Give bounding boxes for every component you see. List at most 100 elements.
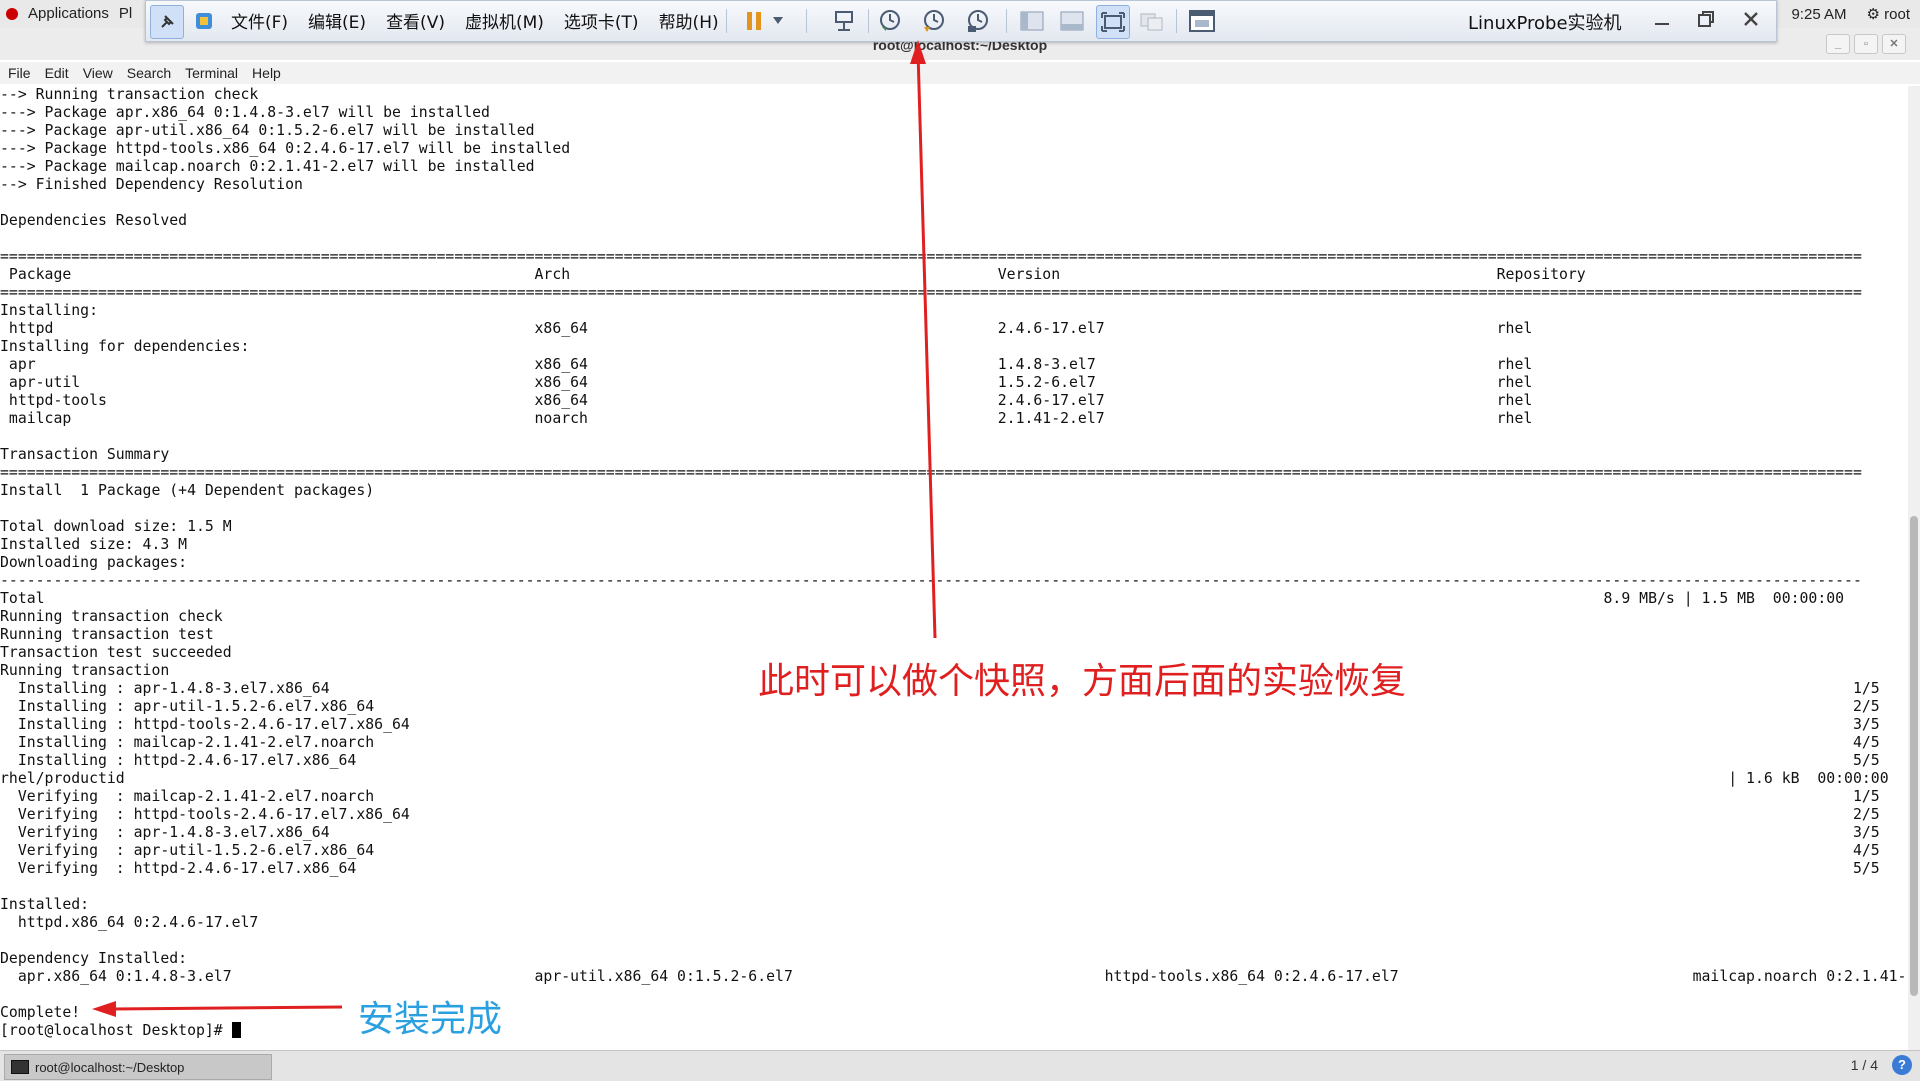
- menu-help[interactable]: Help: [252, 65, 281, 81]
- terminal-line: Dependency Installed:: [0, 950, 188, 967]
- pause-icon[interactable]: [738, 5, 770, 37]
- terminal-line: Verifying : mailcap-2.1.41-2.el7.noarch: [0, 788, 1880, 805]
- menu-vm-cn[interactable]: 虚拟机(M): [465, 8, 544, 33]
- terminal-menubar: File Edit View Search Terminal Help: [0, 62, 1920, 84]
- terminal-line: ----------------------------------------…: [0, 572, 1862, 589]
- places-menu[interactable]: Pl: [119, 5, 132, 22]
- send-keys-icon[interactable]: [828, 5, 860, 37]
- terminal-lines: --> Running transaction check ---> Packag…: [0, 86, 1906, 1022]
- terminal-line: Complete!: [0, 1004, 81, 1021]
- terminal-line: Verifying : apr-1.4.8-3.el7.x86_64 3/5: [0, 824, 1880, 841]
- terminal-line: Verifying : httpd-2.4.6-17.el7.x86_64 5/…: [0, 860, 1880, 877]
- vm-title: LinuxProbe实验机: [1468, 13, 1622, 34]
- snapshot-take-icon[interactable]: [874, 5, 906, 37]
- menu-tabs-cn[interactable]: 选项卡(T): [564, 8, 639, 33]
- toolbar-separator: [1176, 9, 1177, 33]
- terminal-line: Downloading packages:: [0, 554, 188, 571]
- terminal-line: Installing : httpd-tools-2.4.6-17.el7.x8…: [0, 716, 1880, 733]
- toolbar-separator: [806, 9, 807, 33]
- terminal-line: Running transaction check: [0, 608, 223, 625]
- vmware-restore-icon[interactable]: [1696, 9, 1716, 34]
- shell-prompt: [root@localhost Desktop]#: [0, 1022, 232, 1039]
- terminal-line: apr x86_64 1.4.8-3.el7 rhel 103 k: [0, 356, 1906, 373]
- terminal-line: ========================================…: [0, 284, 1862, 301]
- menu-terminal[interactable]: Terminal: [185, 65, 238, 81]
- terminal-line: ---> Package apr-util.x86_64 0:1.5.2-6.e…: [0, 122, 535, 139]
- terminal-line: httpd.x86_64 0:2.4.6-17.el7: [0, 914, 259, 931]
- terminal-line: httpd x86_64 2.4.6-17.el7 rhel 1.2 M: [0, 320, 1906, 337]
- terminal-line: ========================================…: [0, 464, 1862, 481]
- applications-menu[interactable]: Applications: [28, 5, 109, 22]
- vmware-menu: 文件(F) 编辑(E) 查看(V) 虚拟机(M) 选项卡(T) 帮助(H): [231, 8, 719, 33]
- menu-edit[interactable]: Edit: [45, 65, 69, 81]
- terminal-line: mailcap noarch 2.1.41-2.el7 rhel 31 k: [0, 410, 1906, 427]
- bottom-taskbar: root@localhost:~/Desktop 1 / 4 ?: [0, 1050, 1920, 1081]
- terminal-line: ---> Package apr.x86_64 0:1.4.8-3.el7 wi…: [0, 104, 490, 121]
- terminal-line: Dependencies Resolved: [0, 212, 188, 229]
- menu-edit-cn[interactable]: 编辑(E): [308, 8, 366, 33]
- terminal-line: ---> Package mailcap.noarch 0:2.1.41-2.e…: [0, 158, 535, 175]
- menu-file-cn[interactable]: 文件(F): [231, 8, 288, 33]
- fullscreen-icon[interactable]: [1096, 5, 1130, 39]
- terminal-line: Verifying : apr-util-1.5.2-6.el7.x86_64: [0, 842, 1880, 859]
- terminal-line: Total 8.9 MB/s | 1.5 MB 00:00:00: [0, 590, 1845, 607]
- terminal-line: apr-util x86_64 1.5.2-6.el7 rhel 92 k: [0, 374, 1906, 391]
- toolbar-separator: [726, 9, 727, 33]
- terminal-line: apr.x86_64 0:1.4.8-3.el7 apr-util.x86_64…: [0, 968, 1906, 985]
- terminal-scrollbar[interactable]: [1908, 86, 1920, 1071]
- minimize-button[interactable]: _: [1826, 34, 1850, 54]
- dropdown-icon[interactable]: [768, 5, 788, 37]
- taskbar-item-terminal[interactable]: root@localhost:~/Desktop: [4, 1054, 272, 1080]
- text-cursor: [231, 1022, 241, 1038]
- close-button[interactable]: ✕: [1882, 34, 1906, 54]
- terminal-line: Verifying : httpd-tools-2.4.6-17.el7.x86…: [0, 806, 1880, 823]
- window-mode-icon[interactable]: [1186, 5, 1218, 37]
- scrollbar-thumb[interactable]: [1910, 516, 1918, 996]
- terminal-line: httpd-tools x86_64 2.4.6-17.el7 rhel 77 …: [0, 392, 1906, 409]
- redhat-icon: [6, 7, 18, 20]
- vmware-minimize-icon[interactable]: [1652, 9, 1672, 34]
- menu-file[interactable]: File: [8, 65, 31, 81]
- clock[interactable]: 9:25 AM: [1791, 6, 1846, 23]
- menu-search[interactable]: Search: [127, 65, 171, 81]
- terminal-icon: [11, 1060, 29, 1074]
- terminal-window: root@localhost:~/Desktop _ ▫ ✕ File Edit…: [0, 28, 1920, 1071]
- vm-library-icon[interactable]: [188, 5, 220, 37]
- user-menu[interactable]: ⚙ root: [1867, 5, 1910, 23]
- terminal-output[interactable]: --> Running transaction check ---> Packag…: [0, 86, 1906, 1078]
- menu-view[interactable]: View: [83, 65, 113, 81]
- taskbar-item-label: root@localhost:~/Desktop: [35, 1059, 185, 1075]
- terminal-line: ---> Package httpd-tools.x86_64 0:2.4.6-…: [0, 140, 571, 157]
- toolbar-separator: [1006, 9, 1007, 33]
- vmware-close-icon[interactable]: [1741, 9, 1761, 34]
- menu-view-cn[interactable]: 查看(V): [386, 8, 445, 33]
- snapshot-revert-icon[interactable]: [918, 5, 950, 37]
- thumbnail-bar-icon[interactable]: [1056, 5, 1088, 37]
- terminal-line: Installed:: [0, 896, 90, 913]
- snapshot-manager-icon[interactable]: [962, 5, 994, 37]
- terminal-line: Installing for dependencies:: [0, 338, 250, 355]
- snapshot-annotation: 此时可以做个快照，方面后面的实验恢复: [758, 661, 1407, 702]
- terminal-line: --> Finished Dependency Resolution: [0, 176, 303, 193]
- terminal-line: Installed size: 4.3 M: [0, 536, 188, 553]
- terminal-line: Transaction Summary: [0, 446, 170, 463]
- menu-help-cn[interactable]: 帮助(H): [659, 8, 719, 33]
- pin-icon[interactable]: [150, 5, 184, 39]
- complete-annotation: 安装完成: [358, 999, 503, 1040]
- vmware-toolbar: 文件(F) 编辑(E) 查看(V) 虚拟机(M) 选项卡(T) 帮助(H) Li…: [145, 0, 1777, 42]
- maximize-button[interactable]: ▫: [1854, 34, 1878, 54]
- terminal-line: --> Running transaction check: [0, 86, 259, 103]
- terminal-line: ========================================…: [0, 248, 1862, 265]
- console-view-icon[interactable]: [1016, 5, 1048, 37]
- terminal-line: Installing:: [0, 302, 98, 319]
- workspace-pager[interactable]: 1 / 4: [1851, 1057, 1878, 1073]
- help-icon[interactable]: ?: [1892, 1055, 1912, 1075]
- unity-icon[interactable]: [1136, 5, 1168, 37]
